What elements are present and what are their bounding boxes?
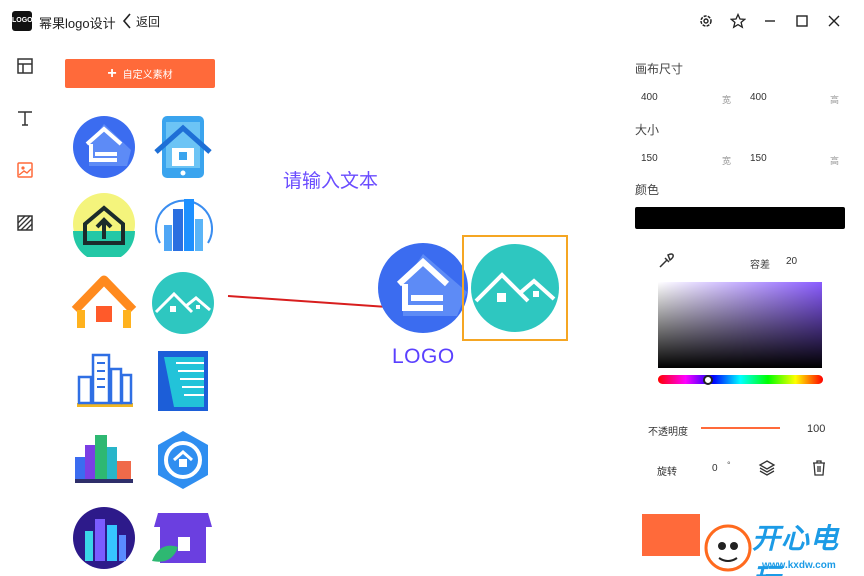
house-logo-icon xyxy=(378,243,468,333)
text-icon xyxy=(18,111,32,126)
close-button[interactable] xyxy=(824,11,844,31)
template-night-city[interactable] xyxy=(71,505,137,571)
apply-button[interactable] xyxy=(642,514,700,556)
template-upload-house[interactable] xyxy=(71,191,137,262)
pattern-icon xyxy=(17,215,33,231)
template-city-outline[interactable] xyxy=(71,347,137,413)
app-title: 幂果logo设计 xyxy=(39,16,116,31)
canvas-width-unit: 宽 xyxy=(722,95,732,105)
maximize-icon xyxy=(796,15,808,27)
template-colorful-city[interactable] xyxy=(71,427,137,493)
opacity-label: 不透明度 xyxy=(648,427,688,438)
rotate-input[interactable]: 0 xyxy=(712,463,718,474)
mountain-house-icon xyxy=(152,272,214,334)
rotate-unit: ° xyxy=(727,460,731,470)
rotate-label: 旋转 xyxy=(657,467,677,478)
delete-icon xyxy=(813,460,825,476)
template-building[interactable] xyxy=(150,347,216,413)
title-bar: LOGO 幂果logo设计 返回 xyxy=(0,0,864,42)
leaf-shop-icon xyxy=(152,513,212,563)
city-outline-icon xyxy=(77,353,133,407)
opacity-value: 100 xyxy=(807,423,826,435)
canvas-text-placeholder[interactable]: 请输入文本 xyxy=(283,166,378,193)
size-width-unit: 宽 xyxy=(722,156,732,166)
close-icon xyxy=(828,15,840,27)
size-height-input[interactable]: 150 xyxy=(750,153,767,164)
hue-slider[interactable] xyxy=(658,375,823,384)
layout-tool[interactable] xyxy=(14,55,36,77)
settings-button[interactable] xyxy=(696,11,716,31)
layers-button[interactable] xyxy=(758,459,776,477)
hexagon-house-icon xyxy=(158,431,208,489)
layout-icon xyxy=(17,58,33,74)
template-orange-house[interactable] xyxy=(71,270,137,336)
maximize-button[interactable] xyxy=(792,11,812,31)
template-leaf-shop[interactable] xyxy=(150,505,216,571)
building-icon xyxy=(158,351,208,411)
watermark-url: www.kxdw.com xyxy=(762,560,836,571)
minimize-icon xyxy=(765,20,775,22)
favorite-button[interactable] xyxy=(728,11,748,31)
color-swatch[interactable] xyxy=(635,207,845,229)
image-tool[interactable] xyxy=(14,159,36,181)
custom-material-label: 自定义素材 xyxy=(122,70,173,81)
pattern-tool[interactable] xyxy=(14,212,36,234)
tolerance-input[interactable]: 20 xyxy=(786,256,797,267)
size-width-input[interactable]: 150 xyxy=(641,153,658,164)
colorful-city-icon xyxy=(75,435,133,483)
orange-house-icon xyxy=(71,275,137,328)
canvas-logo-text[interactable]: LOGO xyxy=(392,345,455,369)
app-logo: LOGO xyxy=(12,11,33,31)
canvas-size-label: 画布尺寸 xyxy=(635,62,684,76)
house-logo-icon xyxy=(73,116,135,178)
mountain-house-icon xyxy=(471,244,559,332)
eyedropper-button[interactable] xyxy=(657,252,675,270)
canvas-width-input[interactable]: 400 xyxy=(641,92,658,103)
phone-house-icon xyxy=(154,116,212,178)
canvas-height-unit: 高 xyxy=(830,95,840,105)
eyedropper-icon xyxy=(659,253,674,268)
hue-slider-handle[interactable] xyxy=(703,375,713,385)
size-label: 大小 xyxy=(635,123,660,137)
tower-icon xyxy=(155,199,213,251)
canvas-logo-blue-house[interactable] xyxy=(377,242,469,334)
minimize-button[interactable] xyxy=(760,11,780,31)
template-blue-house[interactable] xyxy=(71,114,137,180)
template-hexagon-house[interactable] xyxy=(150,427,216,493)
custom-material-button[interactable]: + 自定义素材 xyxy=(65,59,215,88)
star-icon xyxy=(730,13,746,29)
color-saturation-area[interactable] xyxy=(658,282,822,368)
color-label: 颜色 xyxy=(635,183,660,197)
settings-icon xyxy=(700,15,712,27)
back-label: 返回 xyxy=(136,14,161,29)
delete-button[interactable] xyxy=(810,459,828,477)
template-phone-house[interactable] xyxy=(150,114,216,180)
text-tool[interactable] xyxy=(14,107,36,129)
size-height-unit: 高 xyxy=(830,156,840,166)
chevron-left-icon xyxy=(122,13,131,29)
image-icon xyxy=(17,162,33,178)
tolerance-label: 容差 xyxy=(750,260,770,271)
template-teal-mountain[interactable] xyxy=(150,270,216,336)
canvas-height-input[interactable]: 400 xyxy=(750,92,767,103)
upload-house-icon xyxy=(73,193,135,262)
canvas-logo-teal-mountain[interactable] xyxy=(470,243,560,333)
template-tower[interactable] xyxy=(150,191,216,257)
layers-icon xyxy=(758,460,776,476)
opacity-slider[interactable] xyxy=(701,427,780,429)
night-city-icon xyxy=(73,507,135,569)
back-button[interactable]: 返回 xyxy=(122,12,160,30)
plus-icon: + xyxy=(107,64,117,82)
